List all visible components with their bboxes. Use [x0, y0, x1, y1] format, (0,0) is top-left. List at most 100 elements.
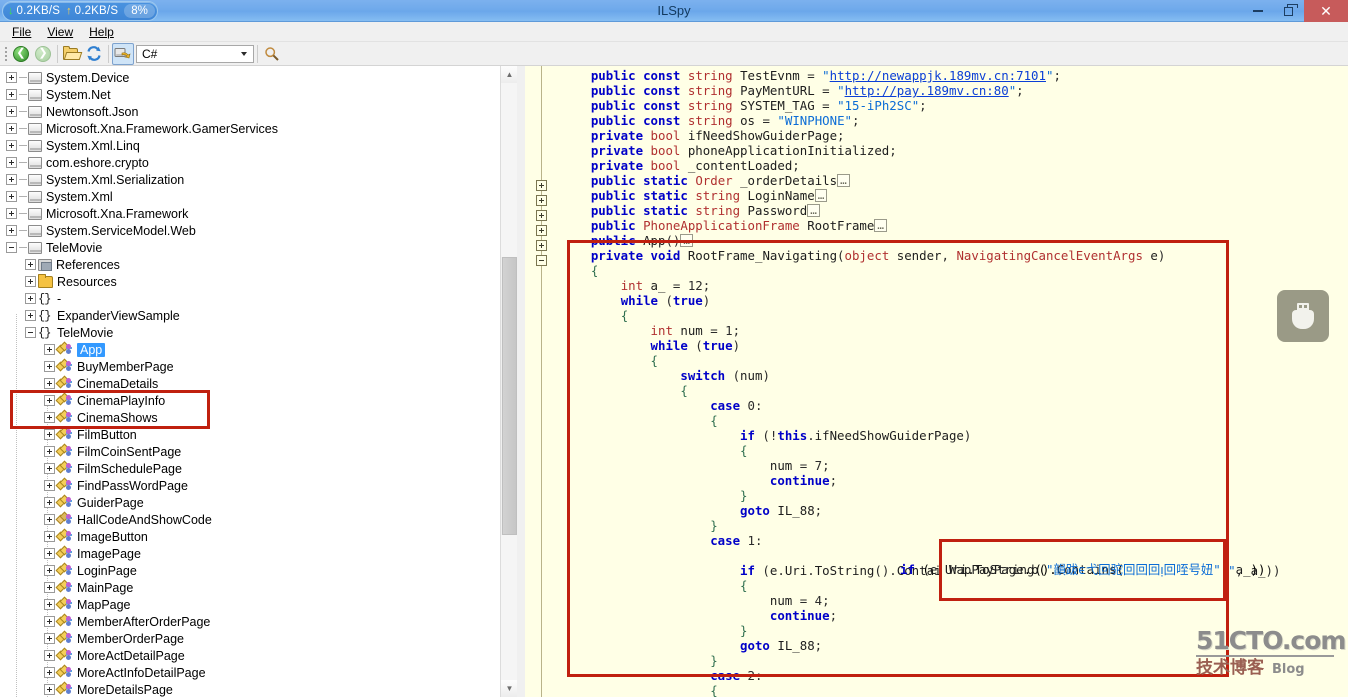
search-button[interactable]: [261, 43, 283, 65]
tree-item-mainpage[interactable]: MainPage: [0, 579, 500, 596]
expand-icon[interactable]: [44, 684, 55, 695]
tree-item-memberafterorderpage[interactable]: MemberAfterOrderPage: [0, 613, 500, 630]
expand-icon[interactable]: [44, 395, 55, 406]
tree-scrollbar[interactable]: ▲ ▼: [500, 66, 518, 697]
tree-item-com-eshore-crypto[interactable]: com.eshore.crypto: [0, 154, 500, 171]
fold-toggle-6[interactable]: [536, 255, 547, 266]
expand-icon[interactable]: [44, 463, 55, 474]
expand-icon[interactable]: [6, 106, 17, 117]
expand-icon[interactable]: [44, 378, 55, 389]
expand-icon[interactable]: [6, 89, 17, 100]
tree-item-moredetailspage[interactable]: MoreDetailsPage: [0, 681, 500, 697]
tree-item-app[interactable]: App: [0, 341, 500, 358]
forward-button[interactable]: ❯: [32, 43, 54, 65]
tree-item-system-xml[interactable]: System.Xml: [0, 188, 500, 205]
pane-splitter[interactable]: [517, 66, 525, 697]
fold-toggle-2[interactable]: [536, 195, 547, 206]
expand-icon[interactable]: [25, 276, 36, 287]
tree-item-expanderviewsample[interactable]: {} ExpanderViewSample: [0, 307, 500, 324]
expand-icon[interactable]: [44, 344, 55, 355]
expand-icon[interactable]: [44, 531, 55, 542]
tree-item-memberorderpage[interactable]: MemberOrderPage: [0, 630, 500, 647]
code-folding-margin[interactable]: [525, 66, 547, 697]
scrollbar-thumb[interactable]: [502, 257, 517, 535]
menu-item-file[interactable]: File: [4, 23, 39, 41]
expand-icon[interactable]: [44, 667, 55, 678]
expand-icon[interactable]: [44, 412, 55, 423]
tree-item-telemovie[interactable]: TeleMovie: [0, 239, 500, 256]
tree-item-moreactinfodetailpage[interactable]: MoreActInfoDetailPage: [0, 664, 500, 681]
expand-icon[interactable]: [6, 174, 17, 185]
tree-item-imagebutton[interactable]: ImageButton: [0, 528, 500, 545]
scroll-down-button[interactable]: ▼: [501, 680, 518, 697]
expand-icon[interactable]: [44, 446, 55, 457]
expand-icon[interactable]: [44, 514, 55, 525]
expand-icon[interactable]: [44, 548, 55, 559]
scrollbar-track-top[interactable]: [501, 83, 518, 257]
tree-item-system-servicemodel-web[interactable]: System.ServiceModel.Web: [0, 222, 500, 239]
tree-item-system-xml-serialization[interactable]: System.Xml.Serialization: [0, 171, 500, 188]
fold-toggle-1[interactable]: [536, 180, 547, 191]
expand-icon[interactable]: [44, 497, 55, 508]
expand-icon[interactable]: [44, 599, 55, 610]
tree-item-moreactdetailpage[interactable]: MoreActDetailPage: [0, 647, 500, 664]
refresh-button[interactable]: [83, 43, 105, 65]
expand-icon[interactable]: [6, 157, 17, 168]
expand-icon[interactable]: [6, 72, 17, 83]
assembly-tree-pane[interactable]: System.Device System.Net Newtonsoft.Json Mi…: [0, 66, 500, 697]
assembly-list-button[interactable]: [112, 42, 134, 65]
tree-item-hallcodeandshowcode[interactable]: HallCodeAndShowCode: [0, 511, 500, 528]
usb-eject-button[interactable]: [1277, 290, 1329, 342]
tree-item-filmbutton[interactable]: FilmButton: [0, 426, 500, 443]
expand-icon[interactable]: [44, 480, 55, 491]
expand-icon[interactable]: [6, 191, 17, 202]
fold-toggle-3[interactable]: [536, 210, 547, 221]
language-combobox[interactable]: C#: [136, 44, 254, 63]
tree-item-imagepage[interactable]: ImagePage: [0, 545, 500, 562]
tree-item-resources[interactable]: Resources: [0, 273, 500, 290]
back-button[interactable]: ❮: [10, 43, 32, 65]
tree-item-telemovie[interactable]: {} TeleMovie: [0, 324, 500, 341]
decompiled-code-pane[interactable]: public const string TestEvnm = "http://n…: [525, 66, 1348, 697]
collapsed-region[interactable]: …: [680, 234, 694, 247]
expand-icon[interactable]: [44, 650, 55, 661]
collapsed-region[interactable]: …: [837, 174, 850, 187]
tree-item-system-device[interactable]: System.Device: [0, 69, 500, 86]
tree-item-microsoft-xna-framework-gamerservices[interactable]: Microsoft.Xna.Framework.GamerServices: [0, 120, 500, 137]
tree-item-mappage[interactable]: MapPage: [0, 596, 500, 613]
expand-icon[interactable]: [6, 140, 17, 151]
maximize-button[interactable]: [1273, 0, 1304, 22]
tree-item-[interactable]: {} -: [0, 290, 500, 307]
expand-icon[interactable]: [6, 208, 17, 219]
tree-item-system-net[interactable]: System.Net: [0, 86, 500, 103]
tree-item-cinemadetails[interactable]: CinemaDetails: [0, 375, 500, 392]
expand-icon[interactable]: [44, 582, 55, 593]
tree-item-filmschedulepage[interactable]: FilmSchedulePage: [0, 460, 500, 477]
expand-icon[interactable]: [25, 259, 36, 270]
expand-icon[interactable]: [44, 616, 55, 627]
tree-item-loginpage[interactable]: LoginPage: [0, 562, 500, 579]
collapse-icon[interactable]: [6, 242, 17, 253]
menu-item-help[interactable]: Help: [81, 23, 122, 41]
tree-item-guiderpage[interactable]: GuiderPage: [0, 494, 500, 511]
expand-icon[interactable]: [44, 429, 55, 440]
expand-icon[interactable]: [44, 565, 55, 576]
toolbar-grip[interactable]: [2, 42, 10, 66]
tree-item-newtonsoft-json[interactable]: Newtonsoft.Json: [0, 103, 500, 120]
expand-icon[interactable]: [6, 123, 17, 134]
tree-item-system-xml-linq[interactable]: System.Xml.Linq: [0, 137, 500, 154]
minimize-button[interactable]: [1242, 0, 1273, 22]
scroll-up-button[interactable]: ▲: [501, 66, 518, 83]
tree-item-microsoft-xna-framework[interactable]: Microsoft.Xna.Framework: [0, 205, 500, 222]
expand-icon[interactable]: [25, 293, 36, 304]
expand-icon[interactable]: [25, 310, 36, 321]
scrollbar-track-bottom[interactable]: [501, 535, 518, 680]
network-speed-widget[interactable]: ↓ 0.2KB/S ↑ 0.2KB/S 8%: [2, 1, 158, 21]
collapsed-region[interactable]: …: [807, 204, 820, 217]
close-button[interactable]: ✕: [1304, 0, 1348, 22]
tree-item-references[interactable]: References: [0, 256, 500, 273]
tree-item-findpasswordpage[interactable]: FindPassWordPage: [0, 477, 500, 494]
collapsed-region[interactable]: …: [874, 219, 887, 232]
collapsed-region[interactable]: …: [814, 189, 828, 202]
tree-item-cinemaplayinfo[interactable]: CinemaPlayInfo: [0, 392, 500, 409]
